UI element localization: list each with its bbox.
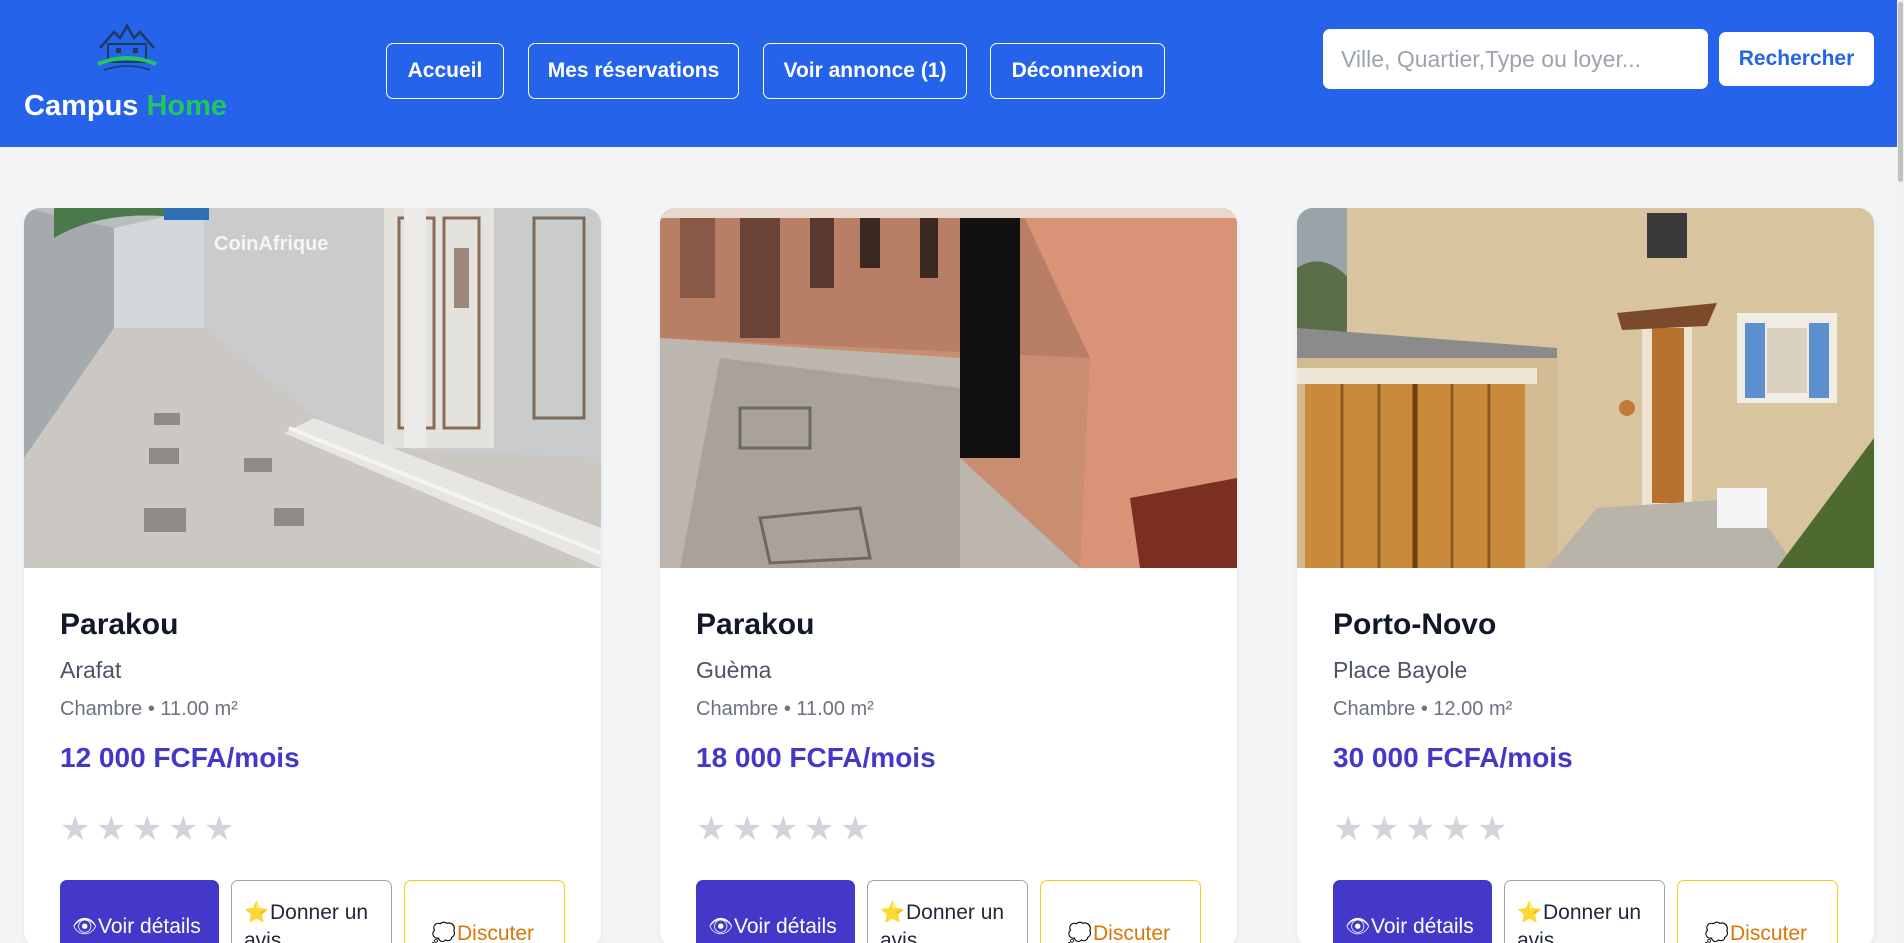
eye-icon: 👁	[708, 916, 734, 938]
chat-button[interactable]: 💭Discuter	[404, 880, 565, 943]
listing-meta: Chambre • 11.00 m²	[60, 698, 238, 720]
search-button[interactable]: Rechercher	[1719, 32, 1874, 86]
star-icon: ★	[60, 810, 91, 848]
star-icon: ★	[1477, 810, 1508, 848]
listing-photo-house	[1297, 208, 1874, 568]
listing-district: Place Bayole	[1333, 657, 1468, 683]
logo-text: Campus Home	[24, 90, 228, 122]
view-details-button[interactable]: 👁Voir détails	[60, 880, 219, 943]
star-icon: ⭐	[880, 902, 905, 924]
give-review-button[interactable]: ⭐Donner un avis	[867, 880, 1028, 943]
listing-card: Parakou Guèma Chambre • 11.00 m² 18 000 …	[660, 208, 1237, 943]
give-review-button[interactable]: ⭐Donner un avis	[1504, 880, 1665, 943]
eye-icon: 👁	[72, 916, 98, 938]
star-icon: ★	[96, 810, 127, 848]
listing-city: Porto-Novo	[1333, 608, 1497, 641]
chat-button[interactable]: 💭Discuter	[1040, 880, 1201, 943]
speech-bubble-icon: 💭	[1704, 923, 1729, 943]
rating-stars: ★ ★ ★ ★ ★	[60, 811, 240, 847]
listing-card: Porto-Novo Place Bayole Chambre • 12.00 …	[1297, 208, 1874, 943]
speech-bubble-icon: 💭	[1067, 923, 1092, 943]
top-navbar: Campus Home Accueil Mes réservations Voi…	[0, 0, 1897, 147]
view-details-button[interactable]: 👁Voir détails	[696, 880, 855, 943]
listing-price: 12 000 FCFA/mois	[60, 742, 300, 773]
star-icon: ★	[696, 810, 727, 848]
eye-icon: 👁	[1345, 916, 1371, 938]
rating-stars: ★ ★ ★ ★ ★	[696, 811, 876, 847]
star-icon: ★	[132, 810, 163, 848]
listing-city: Parakou	[696, 608, 815, 641]
nav-reservations-button[interactable]: Mes réservations	[528, 43, 739, 99]
star-icon: ★	[1333, 810, 1364, 848]
star-icon: ★	[204, 810, 235, 848]
nav-home-button[interactable]: Accueil	[386, 43, 504, 99]
listing-photo[interactable]	[1297, 208, 1874, 568]
page-scrollbar[interactable]	[1897, 0, 1904, 943]
give-review-button[interactable]: ⭐Donner un avis	[231, 880, 392, 943]
scrollbar-thumb[interactable]	[1898, 2, 1903, 182]
star-icon: ★	[1405, 810, 1436, 848]
listing-meta: Chambre • 11.00 m²	[696, 698, 874, 720]
listing-photo[interactable]	[660, 208, 1237, 568]
listing-photo-corridor	[660, 208, 1237, 568]
star-icon: ★	[1369, 810, 1400, 848]
chat-button[interactable]: 💭Discuter	[1677, 880, 1838, 943]
listing-city: Parakou	[60, 608, 179, 641]
star-icon: ⭐	[244, 902, 269, 924]
listing-photo[interactable]: CoinAfrique	[24, 208, 601, 568]
listing-price: 30 000 FCFA/mois	[1333, 742, 1573, 773]
rating-stars: ★ ★ ★ ★ ★	[1333, 811, 1513, 847]
listing-card: CoinAfrique Parakou Arafat Chambre • 11.…	[24, 208, 601, 943]
star-icon: ★	[1441, 810, 1472, 848]
speech-bubble-icon: 💭	[431, 923, 456, 943]
star-icon: ★	[168, 810, 199, 848]
star-icon: ★	[840, 810, 871, 848]
search-input[interactable]	[1323, 29, 1708, 89]
star-icon: ⭐	[1517, 902, 1542, 924]
star-icon: ★	[804, 810, 835, 848]
svg-text:CoinAfrique: CoinAfrique	[214, 233, 328, 255]
star-icon: ★	[732, 810, 763, 848]
listing-price: 18 000 FCFA/mois	[696, 742, 936, 773]
site-logo[interactable]: Campus Home	[24, 18, 234, 128]
listing-photo-courtyard: CoinAfrique	[24, 208, 601, 568]
nav-listings-button[interactable]: Voir annonce (1)	[763, 43, 967, 99]
nav-logout-button[interactable]: Déconnexion	[990, 43, 1165, 99]
house-logo-icon	[97, 23, 157, 71]
star-icon: ★	[768, 810, 799, 848]
listing-district: Guèma	[696, 657, 772, 683]
view-details-button[interactable]: 👁Voir détails	[1333, 880, 1492, 943]
listing-meta: Chambre • 12.00 m²	[1333, 698, 1513, 720]
listing-district: Arafat	[60, 657, 122, 683]
